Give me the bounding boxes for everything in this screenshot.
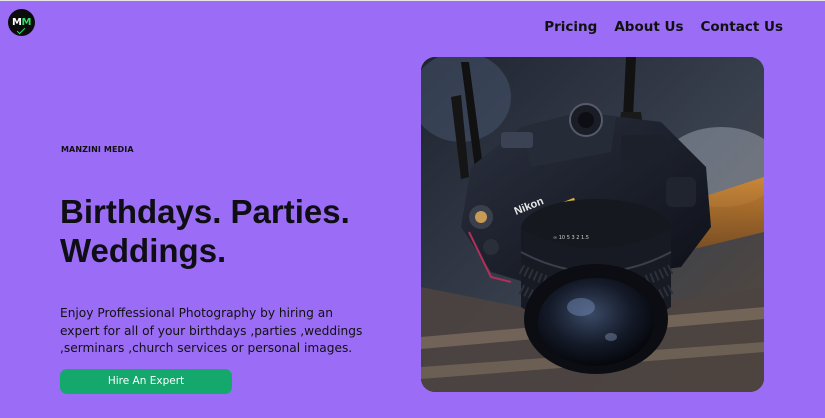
description-line-3: ,serminars ,church services or personal …: [60, 341, 353, 355]
lens-distance-scale: ∞ 10 5 3 2 1.5: [553, 235, 589, 241]
hero-description: Enjoy Proffessional Photography by hirin…: [60, 305, 375, 358]
hire-expert-button[interactable]: Hire An Expert: [60, 369, 232, 394]
headline-line-1: Birthdays. Parties.: [60, 193, 350, 230]
nav-link-contact-us[interactable]: Contact Us: [700, 18, 783, 36]
hero-headline: Birthdays. Parties. Weddings.: [60, 192, 400, 270]
description-line-1: Enjoy Proffessional Photography by hirin…: [60, 306, 333, 320]
headline-line-2: Weddings.: [60, 232, 227, 269]
hero-camera-image: Nikon ∞ 10 5 3 2 1.5: [421, 57, 764, 392]
nav-link-pricing[interactable]: Pricing: [544, 18, 597, 36]
nav-link-about-us[interactable]: About Us: [614, 18, 683, 36]
top-divider: [0, 0, 825, 1]
description-line-2: expert for all of your birthdays ,partie…: [60, 323, 363, 338]
brand-name: MANZINI MEDIA: [61, 145, 134, 154]
main-nav: Pricing About Us Contact Us: [544, 18, 783, 36]
logo[interactable]: MM: [8, 9, 35, 36]
camera-illustration: Nikon ∞ 10 5 3 2 1.5: [421, 57, 764, 392]
